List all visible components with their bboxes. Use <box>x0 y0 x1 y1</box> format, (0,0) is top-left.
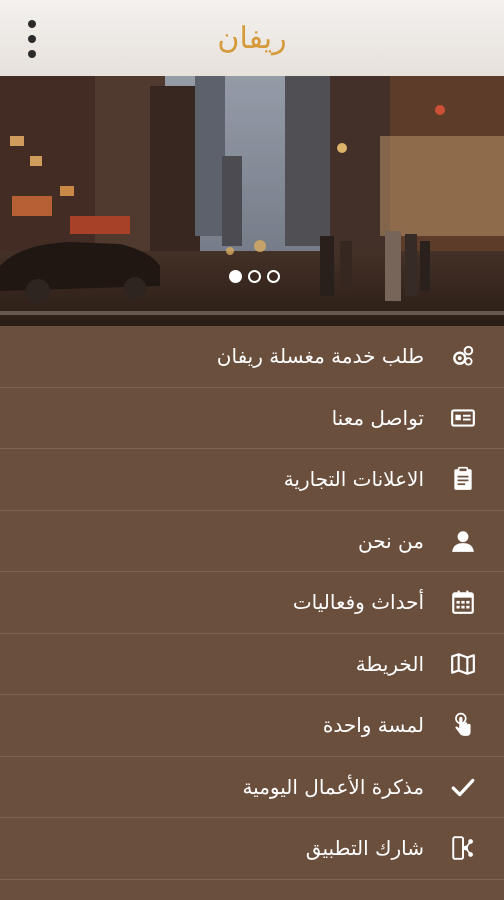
menu-item-daily-notes[interactable]: مذكرة الأعمال اليومية <box>0 757 504 818</box>
menu-item-label: الاعلانات التجارية <box>283 467 424 492</box>
menu-item-share-app[interactable]: شارك التطبيق <box>0 818 504 880</box>
menu-item-label: لمسة واحدة <box>322 713 424 738</box>
map-icon <box>444 645 482 683</box>
menu-item-one-touch[interactable]: لمسة واحدة <box>0 695 504 757</box>
carousel-indicator <box>224 266 284 286</box>
menu-item-label: مذكرة الأعمال اليومية <box>242 774 424 799</box>
checkmark-icon <box>444 768 482 806</box>
menu-item-events[interactable]: أحداث وفعاليات <box>0 572 504 634</box>
menu-item-label: تواصل معنا <box>331 405 424 430</box>
menu-item-map[interactable]: الخريطة <box>0 634 504 695</box>
share-icon <box>444 829 482 867</box>
carousel-dot-3[interactable] <box>266 269 280 283</box>
carousel-dot-2[interactable] <box>247 269 261 283</box>
menu-item-label: الخريطة <box>355 651 424 676</box>
carousel-dot-1[interactable] <box>228 269 242 283</box>
menu-item-contact-us[interactable]: تواصل معنا <box>0 388 504 449</box>
contact-card-icon <box>444 399 482 437</box>
menu-item-label: طلب خدمة مغسلة ريفان <box>216 344 424 369</box>
overflow-menu-icon[interactable] <box>18 20 46 58</box>
menu-item-label: شارك التطبيق <box>305 836 424 861</box>
user-icon <box>444 522 482 560</box>
menu-item-laundry-request[interactable]: طلب خدمة مغسلة ريفان <box>0 326 504 388</box>
gears-icon <box>444 337 482 375</box>
app-header: ريفان <box>0 0 504 76</box>
calendar-icon <box>444 583 482 621</box>
app-title: ريفان <box>217 20 287 56</box>
clipboard-icon <box>444 460 482 498</box>
menu-item-label: من نحن <box>358 528 424 553</box>
city-street-image <box>0 76 504 326</box>
touch-icon <box>444 706 482 744</box>
hero-carousel[interactable] <box>0 76 504 326</box>
menu-item-about-us[interactable]: من نحن <box>0 511 504 572</box>
menu-item-label: أحداث وفعاليات <box>292 590 424 615</box>
menu-item-ads[interactable]: الاعلانات التجارية <box>0 449 504 511</box>
menu-list: طلب خدمة مغسلة ريفان تواصل معنا الاعلانا… <box>0 326 504 880</box>
